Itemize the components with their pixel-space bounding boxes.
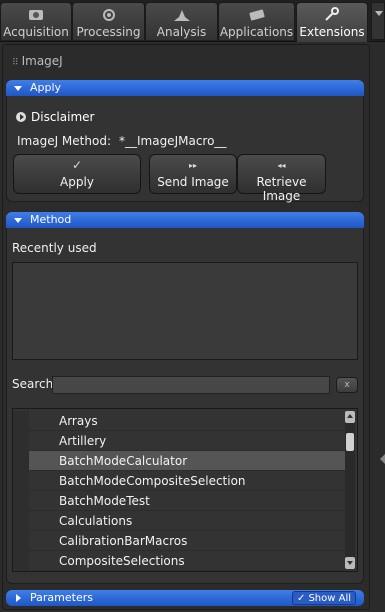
collapse-icon (14, 86, 22, 91)
row-gutter (13, 491, 29, 511)
panel-collapse-handle[interactable] (379, 440, 385, 480)
parameters-panel-title: Parameters (30, 591, 93, 604)
row-gutter (13, 471, 29, 491)
list-item[interactable]: Arrays (13, 411, 345, 431)
tab-applications[interactable]: Applications (218, 2, 295, 40)
parameters-panel-header[interactable]: Parameters ✓ Show All (6, 590, 364, 606)
extensions-icon (321, 7, 343, 23)
method-label: ImageJ Method: (17, 134, 111, 148)
applications-icon (246, 7, 268, 23)
send-image-label: Send Image (157, 175, 229, 189)
show-all-toggle[interactable]: ✓ Show All (292, 591, 356, 605)
expand-icon (16, 594, 21, 602)
retrieve-image-label: Retrieve Image (256, 175, 307, 203)
tab-extensions[interactable]: Extensions (296, 2, 368, 42)
analysis-icon (171, 7, 193, 23)
list-item[interactable]: Artillery (13, 431, 345, 451)
collapse-icon (14, 218, 22, 223)
row-gutter (13, 531, 29, 551)
recently-used-label: Recently used (12, 241, 97, 255)
retrieve-image-button[interactable]: ◂◂ Retrieve Image (237, 154, 326, 203)
list-item[interactable]: CompositeSelections (13, 551, 345, 571)
method-panel-header[interactable]: Method (6, 212, 364, 228)
tab-acquisition[interactable]: Acquisition (0, 2, 72, 40)
acquisition-icon (25, 7, 47, 23)
send-image-button[interactable]: ▸▸ Send Image (149, 154, 237, 194)
tab-label: Extensions (299, 25, 365, 39)
tab-label: Acquisition (3, 25, 69, 39)
expand-arrow-icon (16, 112, 26, 122)
tab-label: Processing (76, 25, 141, 39)
row-gutter (13, 431, 29, 451)
tab-label: Analysis (156, 25, 207, 39)
list-scrollbar[interactable] (345, 411, 355, 569)
row-gutter (13, 411, 29, 431)
apply-button-label: Apply (60, 175, 94, 189)
apply-panel-header[interactable]: Apply (6, 80, 364, 96)
search-input[interactable] (52, 376, 330, 394)
list-item-label: Calculations (59, 514, 133, 528)
macro-list[interactable]: Arrays Artillery BatchModeCalculator Bat… (12, 408, 358, 572)
main-tab-bar: Acquisition Processing Analysis Applicat… (0, 0, 385, 42)
recently-used-list[interactable] (12, 262, 358, 360)
tab-overflow-dropdown[interactable] (371, 2, 385, 40)
show-all-label: Show All (308, 593, 351, 604)
apply-panel-title: Apply (30, 81, 62, 94)
tool-title-label: ImageJ (21, 54, 63, 68)
list-item[interactable]: BatchModeCompositeSelection (13, 471, 345, 491)
list-item[interactable]: BatchModeTest (13, 491, 345, 511)
list-item[interactable]: Calculations (13, 511, 345, 531)
scroll-down-icon[interactable] (345, 557, 355, 569)
list-item-label: BatchModeCompositeSelection (59, 474, 246, 488)
retrieve-arrows-icon: ◂◂ (277, 161, 286, 170)
tab-analysis[interactable]: Analysis (145, 2, 218, 40)
disclaimer-label: Disclaimer (31, 110, 95, 124)
list-item-label: Artillery (59, 434, 107, 448)
row-gutter (13, 451, 29, 471)
search-label: Search (12, 377, 54, 391)
list-item-label: CalibrationBarMacros (59, 534, 188, 548)
checkmark-icon: ✓ (71, 158, 83, 172)
list-item-label: Arrays (59, 414, 98, 428)
apply-button[interactable]: ✓ Apply (13, 154, 141, 194)
tool-title: ⠿ ImageJ (12, 54, 63, 68)
processing-icon (98, 7, 120, 23)
list-item-label: BatchModeCalculator (59, 454, 188, 468)
list-item-selected[interactable]: BatchModeCalculator (13, 451, 345, 471)
grip-icon: ⠿ (12, 58, 19, 68)
scroll-up-icon[interactable] (345, 411, 355, 423)
checkbox-icon: ✓ (297, 593, 306, 604)
row-gutter (13, 511, 29, 531)
method-value: *__ImageJMacro__ (118, 134, 227, 148)
list-item[interactable]: CalibrationBarMacros (13, 531, 345, 551)
row-gutter (13, 551, 29, 571)
imagej-method-row: ImageJ Method: *__ImageJMacro__ (17, 134, 226, 148)
disclaimer-toggle[interactable]: Disclaimer (16, 110, 94, 124)
list-item-label: BatchModeTest (59, 494, 150, 508)
list-item-label: CompositeSelections (59, 554, 185, 568)
method-panel-title: Method (30, 213, 72, 226)
clear-search-button[interactable]: x (336, 377, 358, 393)
tab-processing[interactable]: Processing (72, 2, 145, 40)
scroll-thumb[interactable] (346, 433, 354, 451)
tab-label: Applications (219, 25, 294, 39)
send-arrows-icon: ▸▸ (188, 161, 198, 170)
